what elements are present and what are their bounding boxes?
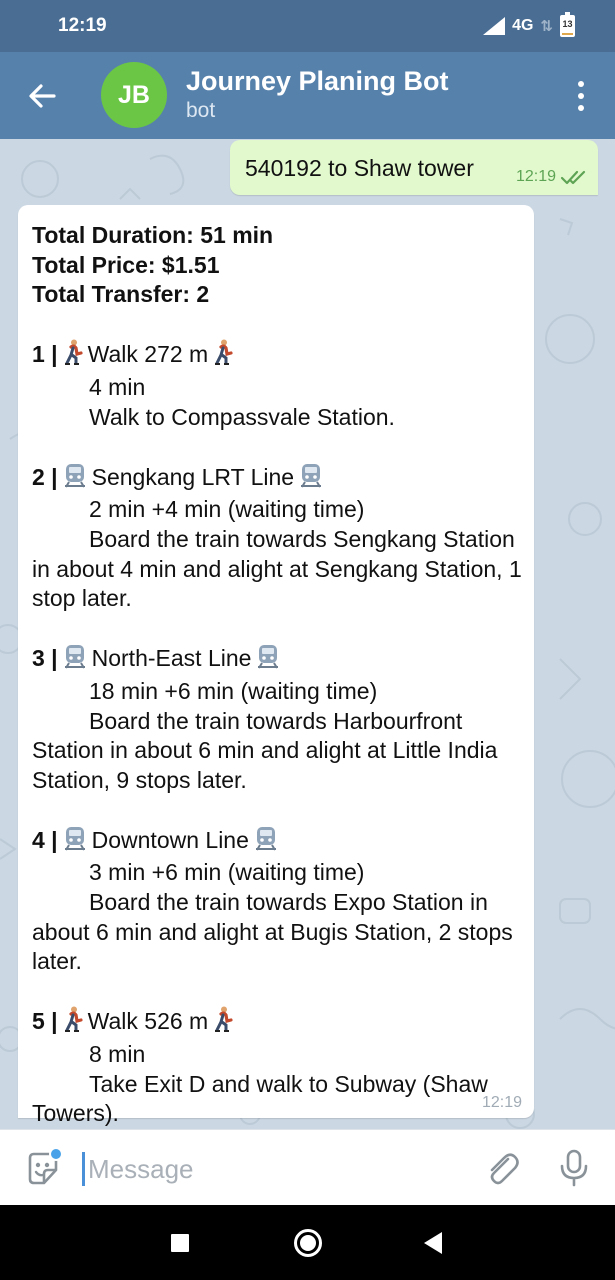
step-duration: 18 min +6 min (waiting time): [89, 677, 378, 704]
paperclip-icon: [490, 1153, 519, 1185]
step-title: Downtown Line: [91, 826, 249, 853]
text-cursor: [82, 1152, 85, 1186]
menu-dot: [578, 105, 584, 111]
outgoing-message-time: 12:19: [515, 168, 556, 185]
back-button[interactable]: [24, 78, 60, 114]
step-detail-first: Walk to Compassvale Station.: [89, 403, 395, 430]
chat-title[interactable]: Journey Planing Bot: [186, 66, 449, 97]
outgoing-message-text: 540192 to Shaw tower: [245, 155, 474, 181]
journey-step: 4 | Downtown Line 3 min +6 min (waiting ti…: [32, 825, 526, 977]
train-icon: [253, 825, 279, 859]
step-duration: 4 min: [89, 373, 146, 400]
step-detail: Board the train towards Harbourfront Sta…: [32, 707, 526, 796]
step-duration: 8 min: [89, 1041, 146, 1068]
step-spacer: [32, 795, 526, 825]
train-icon: [255, 643, 281, 677]
network-type: 4G: [512, 17, 534, 34]
train-icon: [298, 462, 324, 496]
chat-subtitle: bot: [186, 99, 216, 122]
step-detail-first: Board the train towards Expo Station: [89, 889, 464, 916]
train-icon: [62, 643, 88, 677]
step-spacer: [32, 432, 526, 462]
notification-dot: [49, 1147, 63, 1161]
total-price: Total Price: $1.51: [32, 251, 220, 278]
step-spacer: [32, 310, 526, 340]
step-title: North-East Line: [91, 645, 252, 672]
step-detail-rest: Station in about 6 min and alight at Lit…: [32, 737, 498, 793]
step-number: 1 |: [32, 341, 58, 368]
step-detail-rest: Towers).: [32, 1100, 119, 1127]
status-bar: 12:19 4G ⇅ 13: [0, 0, 615, 52]
chat-header: JB Journey Planing Bot bot: [0, 52, 615, 139]
system-nav-bar: [0, 1205, 615, 1280]
journey-steps: 1 | Walk 272 m 4 min Walk to Compassvale St…: [32, 310, 526, 1129]
total-duration: Total Duration: 51 min: [32, 222, 274, 248]
menu-dot: [578, 81, 584, 87]
walking-person-icon: [212, 339, 234, 373]
step-spacer: [32, 614, 526, 644]
status-indicators: 4G ⇅ 13: [483, 12, 575, 37]
step-heading: 3 | North-East Line: [32, 643, 526, 677]
outgoing-message[interactable]: 540192 to Shaw tower 12:19: [230, 140, 598, 195]
data-arrows-icon: ⇅: [540, 18, 553, 35]
journey-step: 5 | Walk 526 m 8 min Take Exit D and walk t…: [32, 1006, 526, 1128]
microphone-icon: [560, 1149, 588, 1187]
step-number: 2 |: [32, 463, 58, 490]
signal-icon: [483, 17, 506, 35]
nav-back-button[interactable]: [424, 1232, 442, 1254]
incoming-message[interactable]: Total Duration: 51 min Total Price: $1.5…: [18, 205, 534, 1126]
voice-record-button[interactable]: [558, 1148, 590, 1188]
message-input-bar: [0, 1129, 615, 1205]
walking-person-icon: [212, 1006, 234, 1040]
avatar[interactable]: JB: [101, 62, 167, 128]
step-number: 5 |: [32, 1008, 58, 1035]
step-title: Walk 272 m: [87, 341, 209, 368]
attach-button[interactable]: [484, 1150, 520, 1188]
status-time: 12:19: [58, 15, 107, 36]
step-title: Walk 526 m: [87, 1008, 209, 1035]
total-transfer: Total Transfer: 2: [32, 281, 210, 308]
menu-dot: [578, 93, 584, 99]
recent-apps-button[interactable]: [171, 1234, 189, 1252]
step-detail-first: Take Exit D and walk to Subway (Shaw: [89, 1070, 488, 1097]
message-input[interactable]: [88, 1150, 448, 1188]
walking-person-icon: [62, 1006, 84, 1040]
step-detail-first: Board the train towards Harbourfront: [89, 707, 463, 734]
step-heading: 2 | Sengkang LRT Line: [32, 462, 526, 496]
train-icon: [62, 462, 88, 496]
journey-step: 3 | North-East Line 18 min +6 min (waiting…: [32, 643, 526, 795]
step-detail-first: Board the train towards Sengkang: [89, 525, 437, 552]
walking-person-icon: [62, 339, 84, 373]
train-icon: [62, 825, 88, 859]
battery-level: [562, 32, 573, 35]
more-options-button[interactable]: [571, 78, 591, 114]
incoming-message-time: 12:19: [481, 1094, 522, 1111]
step-duration: 3 min +6 min (waiting time): [89, 859, 365, 886]
incoming-message-body: Total Duration: 51 min Total Price: $1.5…: [32, 221, 526, 1129]
step-number: 4 |: [32, 826, 58, 853]
battery-icon: 13: [560, 12, 575, 37]
step-spacer: [32, 977, 526, 1007]
chat-area[interactable]: 540192 to Shaw tower 12:19 Total Duratio…: [0, 139, 615, 1129]
journey-step: 2 | Sengkang LRT Line 2 min +4 min (waitin…: [32, 462, 526, 614]
step-detail: Walk to Compassvale Station.: [32, 403, 526, 433]
step-heading: 5 | Walk 526 m: [32, 1006, 526, 1040]
step-title: Sengkang LRT Line: [91, 463, 295, 490]
double-check-icon: [560, 170, 586, 185]
step-heading: 1 | Walk 272 m: [32, 339, 526, 373]
step-heading: 4 | Downtown Line: [32, 825, 526, 859]
back-arrow-icon: [29, 84, 56, 108]
step-number: 3 |: [32, 645, 58, 672]
journey-step: 1 | Walk 272 m 4 min Walk to Compassvale St…: [32, 339, 526, 432]
step-detail: Board the train towards Expo Station in …: [32, 888, 526, 977]
step-detail: Take Exit D and walk to Subway (Shaw Tow…: [32, 1070, 526, 1129]
home-button[interactable]: [294, 1229, 322, 1257]
battery-percent: 13: [562, 19, 573, 29]
step-detail: Board the train towards Sengkang Station…: [32, 525, 526, 614]
step-duration: 2 min +4 min (waiting time): [89, 496, 365, 523]
